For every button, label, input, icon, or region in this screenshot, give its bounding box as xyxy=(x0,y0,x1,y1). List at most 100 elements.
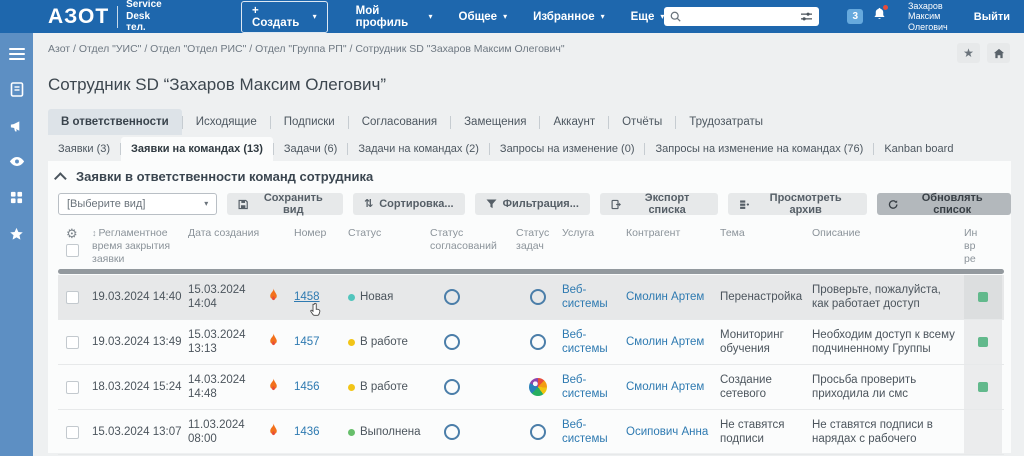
contractor-link[interactable]: Смолин Артем xyxy=(626,335,720,349)
subtab-team-requests[interactable]: Заявки на командах (13) xyxy=(121,137,273,161)
contractor-link[interactable]: Осипович Анна xyxy=(626,425,720,439)
save-icon xyxy=(238,199,248,210)
col-approvals-status[interactable]: Статус согласований xyxy=(430,227,516,253)
create-button[interactable]: + Создать ▾ xyxy=(241,1,328,33)
theme-cell: Не ставятся подписи xyxy=(720,418,812,447)
col-indicator-line3: ре xyxy=(964,253,996,266)
row-checkbox[interactable] xyxy=(66,426,79,439)
row-checkbox[interactable] xyxy=(66,336,79,349)
logout-button[interactable]: Выйти xyxy=(974,11,1010,23)
col-status[interactable]: Статус xyxy=(348,227,430,240)
row-checkbox[interactable] xyxy=(66,381,79,394)
notification-count-badge[interactable]: 3 xyxy=(847,9,863,24)
favorite-star-button[interactable]: ★ xyxy=(957,43,980,63)
tab-substitutions[interactable]: Замещения xyxy=(451,109,539,135)
service-link[interactable]: Веб-системы xyxy=(562,373,626,402)
auto-refresh-button[interactable]: Обновлять список xyxy=(877,193,1011,215)
search-filters-icon[interactable] xyxy=(800,11,813,22)
service-link[interactable]: Веб-системы xyxy=(562,328,626,357)
table-row[interactable]: 15.03.2024 13:07 11.03.2024 08:00 1436 В… xyxy=(58,410,1004,455)
subtab-team-change-requests[interactable]: Запросы на изменение на командах (76) xyxy=(645,137,873,161)
table-row[interactable]: 19.03.2024 14:40 15.03.2024 14:04 1458 Н… xyxy=(58,275,1004,320)
filter-button[interactable]: Фильтрация... xyxy=(475,193,590,215)
documents-icon[interactable] xyxy=(8,81,25,98)
menu-favorites[interactable]: Избранное ▾ xyxy=(533,5,605,29)
table-row[interactable]: 18.03.2024 15:24 14.03.2024 14:48 1456 В… xyxy=(58,365,1004,410)
theme-cell: Создание сетевого xyxy=(720,373,812,402)
azot-logo[interactable]: АЗОТ xyxy=(48,6,109,27)
green-indicator-icon xyxy=(978,337,988,347)
topbar: АЗОТ Service Desk тел. + Создать ▾ Мой п… xyxy=(0,0,1024,33)
tab-reports[interactable]: Отчёты xyxy=(609,109,675,135)
eye-icon[interactable] xyxy=(8,153,25,170)
tab-account[interactable]: Аккаунт xyxy=(540,109,608,135)
tasks-status-circle-icon xyxy=(530,289,546,305)
menu-my-profile[interactable]: Мой профиль ▾ xyxy=(356,5,433,29)
subtab-team-tasks[interactable]: Задачи на командах (2) xyxy=(348,137,489,161)
subtab-tasks[interactable]: Задачи (6) xyxy=(274,137,347,161)
global-search[interactable] xyxy=(664,7,819,26)
export-list-button[interactable]: Экспорт списка xyxy=(600,193,718,215)
request-number-link[interactable]: 1456 xyxy=(294,381,320,393)
menu-common[interactable]: Общее ▾ xyxy=(459,5,508,29)
logo-group[interactable]: АЗОТ Service Desk тел. xyxy=(48,0,183,34)
service-link[interactable]: Веб-системы xyxy=(562,283,626,312)
priority-flame-icon xyxy=(266,332,294,352)
save-view-button[interactable]: Сохранить вид xyxy=(227,193,343,215)
col-deadline-label: Регламентное время закрытия заявки xyxy=(92,227,170,265)
status-dot xyxy=(348,294,355,301)
contractor-link[interactable]: Смолин Артем xyxy=(626,380,720,394)
notifications-bell[interactable] xyxy=(873,7,886,26)
gear-icon[interactable]: ⚙ xyxy=(66,227,78,240)
col-deadline[interactable]: ↕Регламентное время закрытия заявки xyxy=(92,227,188,266)
content-card: Заявки в ответственности команд сотрудни… xyxy=(48,161,1011,453)
breadcrumb[interactable]: Азот / Отдел "УИС" / Отдел "Отдел РИС" /… xyxy=(48,43,565,55)
contractor-link[interactable]: Смолин Артем xyxy=(626,290,720,304)
description-cell: Просьба проверить приходила ли смс xyxy=(812,373,964,402)
service-link[interactable]: Веб-системы xyxy=(562,418,626,447)
collapse-chevron-icon[interactable] xyxy=(54,172,67,185)
search-icon xyxy=(670,11,681,22)
filter-label: Фильтрация... xyxy=(503,198,579,210)
subtab-requests[interactable]: Заявки (3) xyxy=(48,137,120,161)
tab-outgoing[interactable]: Исходящие xyxy=(183,109,270,135)
tab-responsibility[interactable]: В ответственности xyxy=(48,109,182,135)
theme-cell: Мониторинг обучения xyxy=(720,328,812,357)
approvals-status-circle-icon xyxy=(444,334,460,350)
home-button[interactable] xyxy=(987,43,1010,63)
col-number[interactable]: Номер xyxy=(294,227,348,240)
view-select[interactable]: [Выберите вид] ▾ xyxy=(58,193,217,215)
table-row[interactable]: 19.03.2024 13:49 15.03.2024 13:13 1457 В… xyxy=(58,320,1004,365)
request-number-link[interactable]: 1436 xyxy=(294,426,320,438)
tab-subscriptions[interactable]: Подписки xyxy=(271,109,348,135)
col-created[interactable]: Дата создания xyxy=(188,227,266,240)
row-checkbox[interactable] xyxy=(66,291,79,304)
sort-arrows-icon[interactable]: ↕ xyxy=(92,228,97,238)
announcements-icon[interactable] xyxy=(8,117,25,134)
user-name[interactable]: Захаров Максим Олегович xyxy=(908,1,948,32)
select-all-checkbox[interactable] xyxy=(66,244,79,257)
sort-button[interactable]: ⇅ Сортировка... xyxy=(353,193,465,215)
favorites-star-icon[interactable] xyxy=(8,225,25,242)
view-archive-button[interactable]: Просмотреть архив xyxy=(728,193,867,215)
status-label: Новая xyxy=(360,290,393,304)
deadline-cell: 19.03.2024 13:49 xyxy=(92,335,188,349)
subtab-kanban-board[interactable]: Kanban board xyxy=(874,137,963,161)
hamburger-menu-icon[interactable] xyxy=(8,45,25,62)
col-indicator[interactable]: Ин вр ре xyxy=(964,227,1002,266)
search-input[interactable] xyxy=(685,11,796,23)
col-service[interactable]: Услуга xyxy=(562,227,626,240)
menu-favorites-label: Избранное xyxy=(533,11,595,23)
col-description[interactable]: Описание xyxy=(812,227,964,240)
horizontal-scrollbar[interactable] xyxy=(58,269,1004,274)
col-contractor[interactable]: Контрагент xyxy=(626,227,720,240)
menu-more[interactable]: Еще ▾ xyxy=(631,5,665,29)
col-theme[interactable]: Тема xyxy=(720,227,812,240)
tab-approvals[interactable]: Согласования xyxy=(349,109,450,135)
apps-grid-icon[interactable] xyxy=(8,189,25,206)
request-number-link[interactable]: 1457 xyxy=(294,336,320,348)
tab-labor-costs[interactable]: Трудозатраты xyxy=(676,109,776,135)
subtab-change-requests[interactable]: Запросы на изменение (0) xyxy=(490,137,645,161)
priority-flame-icon xyxy=(266,377,294,397)
col-tasks-status[interactable]: Статус задач xyxy=(516,227,562,253)
